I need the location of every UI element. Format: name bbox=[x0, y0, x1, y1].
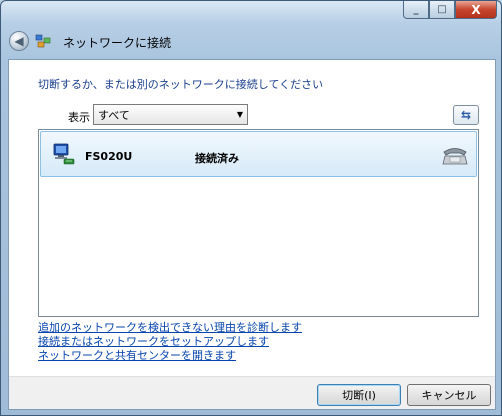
window-frame: _ □ X ◀ ネットワークに接続 切断するか、または別のネットワークに接続して… bbox=[0, 0, 502, 416]
disconnect-button[interactable]: 切断(I) bbox=[317, 384, 401, 406]
network-name: FS020U bbox=[85, 150, 133, 163]
caption-buttons: _ □ X bbox=[403, 1, 497, 19]
minimize-icon: _ bbox=[413, 4, 419, 15]
network-wizard-icon bbox=[35, 34, 51, 48]
maximize-icon: □ bbox=[437, 4, 447, 15]
cancel-button[interactable]: キャンセル bbox=[407, 384, 491, 406]
back-button[interactable]: ◀ bbox=[9, 31, 29, 51]
dropdown-arrow-icon: ▼ bbox=[236, 110, 243, 119]
refresh-button[interactable]: ⇆ bbox=[453, 105, 479, 125]
network-list[interactable]: FS020U 接続済み bbox=[38, 129, 479, 317]
sharing-center-link[interactable]: ネットワークと共有センターを開きます bbox=[38, 347, 236, 363]
refresh-icon: ⇆ bbox=[460, 108, 472, 122]
wired-network-icon bbox=[53, 143, 75, 165]
window-title: ネットワークに接続 bbox=[63, 36, 172, 50]
back-arrow-icon: ◀ bbox=[14, 34, 24, 48]
filter-selected-value: すべて bbox=[98, 108, 130, 122]
instruction-text: 切断するか、または別のネットワークに接続してください bbox=[38, 78, 324, 91]
maximize-button[interactable]: □ bbox=[429, 1, 455, 19]
minimize-button[interactable]: _ bbox=[403, 1, 429, 19]
filter-label: 表示 bbox=[68, 111, 90, 124]
phone-dialup-icon bbox=[442, 148, 468, 165]
network-status: 接続済み bbox=[195, 152, 239, 165]
close-icon: X bbox=[471, 2, 481, 17]
filter-dropdown[interactable]: すべて ▼ bbox=[93, 104, 248, 125]
network-list-item[interactable]: FS020U 接続済み bbox=[40, 131, 477, 177]
close-button[interactable]: X bbox=[455, 1, 497, 19]
